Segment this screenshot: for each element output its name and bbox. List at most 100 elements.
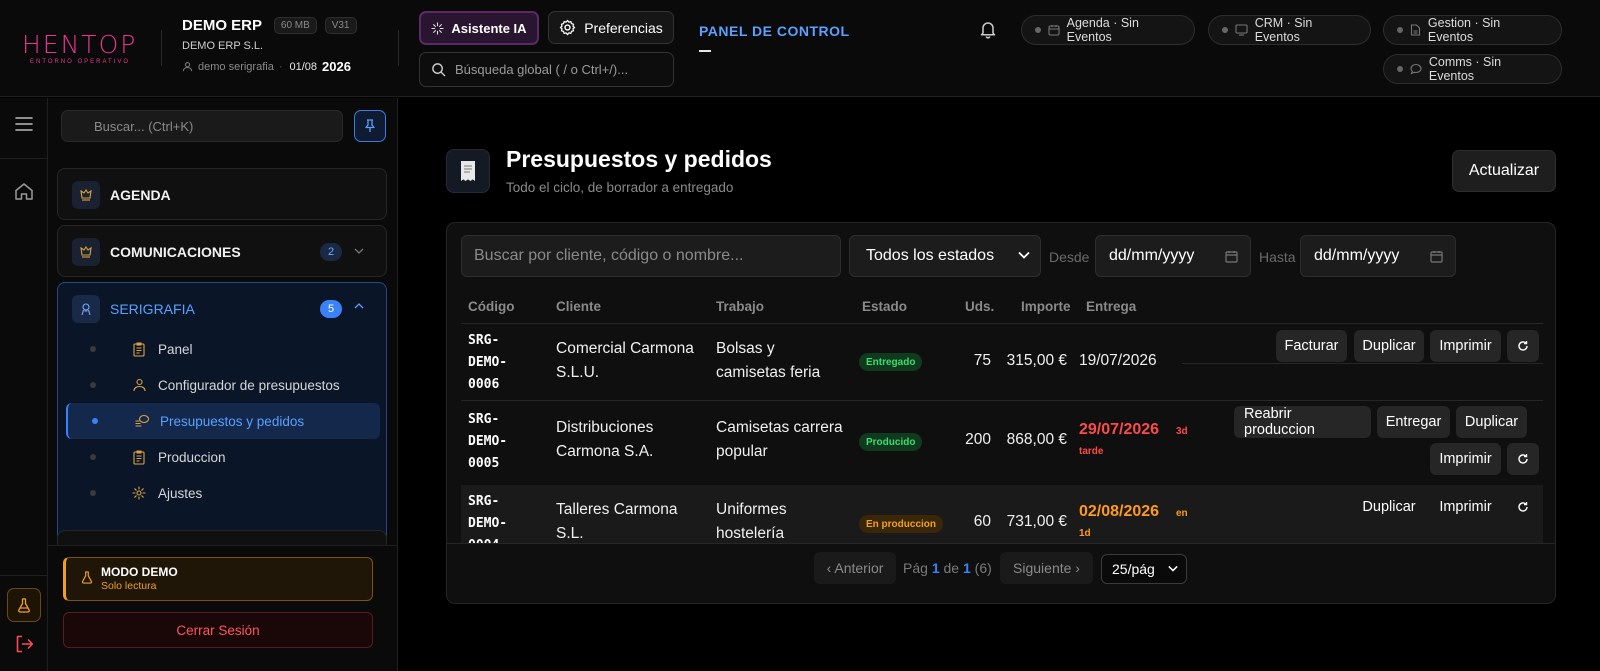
refresh-row-icon[interactable] [1507,443,1539,475]
chevron-down-icon [1168,565,1178,572]
sidebar: Buscar... (Ctrl+K) AGENDA COMUNICACIONES… [48,98,398,671]
sidebar-item-label: Ajustes [158,485,203,501]
page-indicator: Pág 1 de 1 (6) [903,560,992,576]
print-button[interactable]: Imprimir [1430,491,1501,523]
orders-search-placeholder: Buscar por cliente, código o nombre... [474,247,744,264]
table-row[interactable]: SRG- DEMO- 0006 Comercial Carmona S.L.U.… [461,324,1543,400]
preferences-button[interactable]: Preferencias [548,11,674,44]
clipboard-icon [132,342,146,357]
item-dot [90,346,96,352]
status-filter-select[interactable]: Todos los estados [849,235,1041,277]
column-header-trabajo[interactable]: Trabajo [716,299,764,314]
notifications-bell-icon[interactable] [979,20,997,39]
sidebar-item-presupuestos[interactable]: Presupuestos y pedidos [66,403,380,439]
order-code-line: SRG- [468,412,500,427]
job-name-line: hostelería [716,525,785,542]
refresh-row-icon[interactable] [1507,330,1539,362]
previous-page-button[interactable]: ‹ Anterior [814,552,896,584]
sidebar-item-ajustes[interactable]: Ajustes [66,475,380,511]
divider [161,30,162,66]
status-dot [1397,27,1403,33]
document-icon [1410,24,1421,36]
column-header-cliente[interactable]: Cliente [556,299,601,314]
calendar-icon[interactable] [1225,250,1238,263]
column-header-codigo[interactable]: Código [468,299,515,314]
ai-assistant-button[interactable]: Asistente IA [419,11,539,45]
section-icon [72,295,100,323]
delivery-date-late: 29/07/2026 [1079,421,1160,438]
client-name-line: S.L. [556,525,584,542]
status-dot [1397,66,1403,72]
date-to-placeholder: dd/mm/yyyy [1314,247,1400,264]
order-code-line: 0006 [468,377,500,392]
due-note: 1d [1079,528,1091,539]
preferences-label: Preferencias [584,19,663,36]
control-panel-link[interactable]: PANEL DE CONTROL [699,23,850,39]
agenda-events-chip[interactable]: Agenda · Sin Eventos [1021,15,1195,45]
column-header-importe[interactable]: Importe [1021,299,1071,314]
print-button[interactable]: Imprimir [1430,330,1501,362]
sidebar-item-produccion[interactable]: Produccion [66,439,380,475]
monitor-icon [1235,24,1248,36]
gear-icon [559,19,576,36]
column-header-entrega[interactable]: Entrega [1086,299,1136,314]
calendar-icon[interactable] [1430,250,1443,263]
invoice-button[interactable]: Facturar [1276,330,1347,362]
crm-events-chip[interactable]: CRM · Sin Eventos [1208,15,1371,45]
total-count: (6) [974,560,992,576]
global-search-placeholder: Búsqueda global ( / o Ctrl+/)... [455,62,629,77]
status-badge: En produccion [859,515,943,533]
date-from-input[interactable]: dd/mm/yyyy [1095,235,1251,277]
demo-mode-flask-icon[interactable] [7,588,41,622]
amount-value: 731,00 € [1006,513,1067,530]
orders-search-input[interactable]: Buscar por cliente, código o nombre... [461,235,841,277]
reopen-production-button[interactable]: Reabrir produccion [1234,406,1371,438]
page-size-select[interactable]: 25/pág [1101,554,1187,584]
gestion-events-chip[interactable]: Gestion · Sin Eventos [1383,15,1562,45]
column-header-estado[interactable]: Estado [862,299,907,314]
order-code-line: DEMO- [468,355,508,370]
sidebar-item-panel[interactable]: Panel [66,331,380,367]
pin-sidebar-button[interactable] [354,110,386,142]
amount-value: 868,00 € [1006,431,1067,448]
refresh-button[interactable]: Actualizar [1452,150,1556,192]
duplicate-button[interactable]: Duplicar [1354,491,1424,523]
total-pages: 1 [962,560,971,576]
date-from-label: Desde [1049,249,1090,265]
date-to-input[interactable]: dd/mm/yyyy [1300,235,1456,277]
duplicate-button[interactable]: Duplicar [1456,406,1527,438]
menu-icon[interactable] [15,117,33,131]
sidebar-item-configurador[interactable]: Configurador de presupuestos [66,367,380,403]
flask-icon [81,571,93,584]
home-icon[interactable] [14,182,34,201]
comms-events-chip[interactable]: Comms · Sin Eventos [1383,54,1562,84]
sidebar-section-comunicaciones[interactable]: COMUNICACIONES 2 [57,225,387,277]
logout-icon[interactable] [15,635,34,653]
sidebar-section-agenda[interactable]: AGENDA [57,168,387,220]
refresh-row-icon[interactable] [1507,491,1539,523]
sidebar-search-input[interactable]: Buscar... (Ctrl+K) [61,110,343,142]
receipt-icon [446,149,490,193]
column-header-uds[interactable]: Uds. [965,299,994,314]
demo-mode-banner: MODO DEMO Solo lectura [63,557,373,601]
logout-button[interactable]: Cerrar Sesión [63,612,373,648]
order-code-line: DEMO- [468,516,508,531]
search-icon [431,62,446,77]
company-name: DEMO ERP [182,17,263,34]
job-name-line: popular [716,443,768,460]
order-code-line: 0005 [468,456,500,471]
icon-rail [0,98,48,671]
table-row[interactable]: SRG- DEMO- 0004 Talleres Carmona S.L. Un… [461,485,1543,545]
print-button[interactable]: Imprimir [1430,443,1501,475]
duplicate-button[interactable]: Duplicar [1354,330,1424,362]
next-page-button[interactable]: Siguiente › [1000,552,1093,584]
deliver-button[interactable]: Entregar [1377,406,1450,438]
global-search-input[interactable]: Búsqueda global ( / o Ctrl+/)... [419,52,674,87]
company-legal-name: DEMO ERP S.L. [182,40,264,52]
logo-subtitle: ENTORNO OPERATIVO [29,59,131,65]
brand-logo[interactable]: HENTOP ENTORNO OPERATIVO [22,32,146,66]
page-prefix: Pág [903,560,928,576]
table-row[interactable]: SRG- DEMO- 0005 Distribuciones Carmona S… [461,401,1543,484]
users-icon [132,378,147,392]
divider [1182,363,1543,364]
